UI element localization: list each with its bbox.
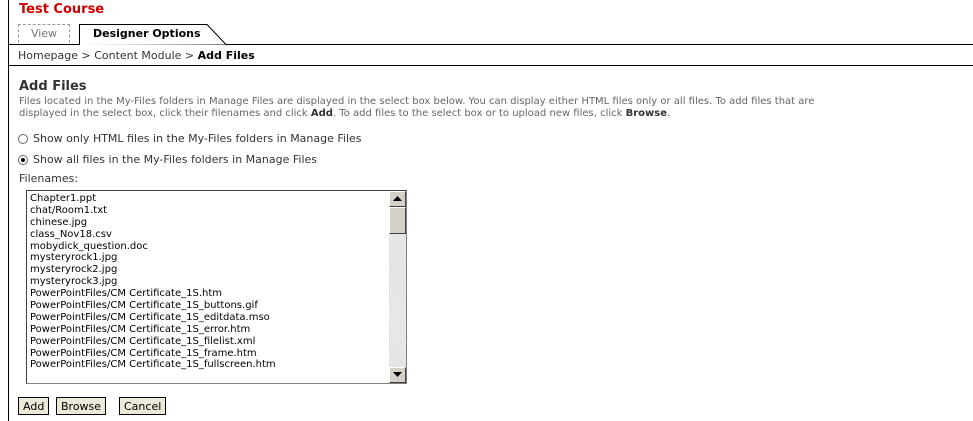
radio-html-only-button[interactable] — [18, 133, 28, 144]
breadcrumb-content-module[interactable]: Content Module — [94, 49, 181, 62]
breadcrumb: Homepage > Content Module > Add Files — [9, 46, 973, 66]
list-item[interactable]: PowerPointFiles/CM Certificate_1S_editda… — [30, 312, 276, 324]
instructions: Files located in the My-Files folders in… — [19, 96, 973, 120]
list-item[interactable]: class_Nov18.csv — [30, 229, 276, 241]
page-title: Add Files — [19, 79, 87, 94]
tab-bar: View Designer Options — [9, 24, 973, 45]
tab-view[interactable]: View — [18, 24, 70, 43]
list-item[interactable]: PowerPointFiles/CM Certificate_1S_frame.… — [30, 348, 276, 360]
arrow-up-icon — [393, 196, 402, 201]
instructions-text: . To add files to the select box or to u… — [332, 108, 626, 119]
list-item[interactable]: mysteryrock1.jpg — [30, 252, 276, 264]
tab-designer-options-label: Designer Options — [93, 27, 201, 40]
instructions-text: displayed in the select box, click their… — [19, 108, 311, 119]
breadcrumb-current: Add Files — [197, 49, 255, 62]
listbox-scrollbar[interactable] — [389, 191, 406, 383]
list-item[interactable]: mysteryrock2.jpg — [30, 264, 276, 276]
tab-designer-options[interactable]: Designer Options — [79, 24, 227, 45]
main-frame: Test Course View Designer Options Homepa… — [8, 0, 973, 421]
list-item[interactable]: PowerPointFiles/CM Certificate_1S_fileli… — [30, 336, 276, 348]
course-title: Test Course — [19, 2, 105, 17]
list-item[interactable]: PowerPointFiles/CM Certificate_1S_fullsc… — [30, 359, 276, 371]
scroll-down-button[interactable] — [389, 367, 406, 383]
arrow-down-icon — [393, 372, 402, 377]
instructions-line-1: Files located in the My-Files folders in… — [19, 96, 815, 107]
browse-button[interactable]: Browse — [56, 397, 107, 415]
breadcrumb-separator: > — [181, 49, 198, 62]
breadcrumb-separator: > — [77, 49, 95, 62]
breadcrumb-home[interactable]: Homepage — [18, 49, 78, 62]
list-item[interactable]: PowerPointFiles/CM Certificate_1S_button… — [30, 300, 276, 312]
radio-all-files-label: Show all files in the My-Files folders i… — [33, 153, 318, 166]
list-item[interactable]: PowerPointFiles/CM Certificate_1S_error.… — [30, 324, 276, 336]
list-item[interactable]: mysteryrock3.jpg — [30, 276, 276, 288]
list-item[interactable]: chat/Room1.txt — [30, 205, 276, 217]
radio-html-only-label: Show only HTML files in the My-Files fol… — [33, 132, 362, 145]
radio-all-files-button[interactable] — [18, 154, 28, 165]
cancel-button[interactable]: Cancel — [119, 397, 167, 415]
radio-all-files[interactable]: Show all files in the My-Files folders i… — [18, 153, 317, 166]
filenames-list: Chapter1.ppt chat/Room1.txt chinese.jpg cla… — [30, 193, 276, 371]
list-item[interactable]: Chapter1.ppt — [30, 193, 276, 205]
instructions-add-keyword: Add — [310, 108, 333, 119]
instructions-browse-keyword: Browse — [625, 108, 668, 119]
list-item[interactable]: mobydick_question.doc — [30, 241, 276, 253]
filenames-listbox[interactable]: Chapter1.ppt chat/Room1.txt chinese.jpg cla… — [26, 190, 407, 384]
list-item[interactable]: PowerPointFiles/CM Certificate_1S.htm — [30, 288, 276, 300]
scroll-thumb[interactable] — [389, 207, 406, 234]
scroll-up-button[interactable] — [389, 191, 406, 207]
instructions-text: . — [667, 108, 671, 119]
add-button[interactable]: Add — [18, 397, 50, 415]
radio-html-only[interactable]: Show only HTML files in the My-Files fol… — [18, 132, 362, 145]
instructions-line-2: displayed in the select box, click their… — [19, 108, 973, 120]
filenames-label: Filenames: — [19, 172, 79, 185]
list-item[interactable]: chinese.jpg — [30, 217, 276, 229]
